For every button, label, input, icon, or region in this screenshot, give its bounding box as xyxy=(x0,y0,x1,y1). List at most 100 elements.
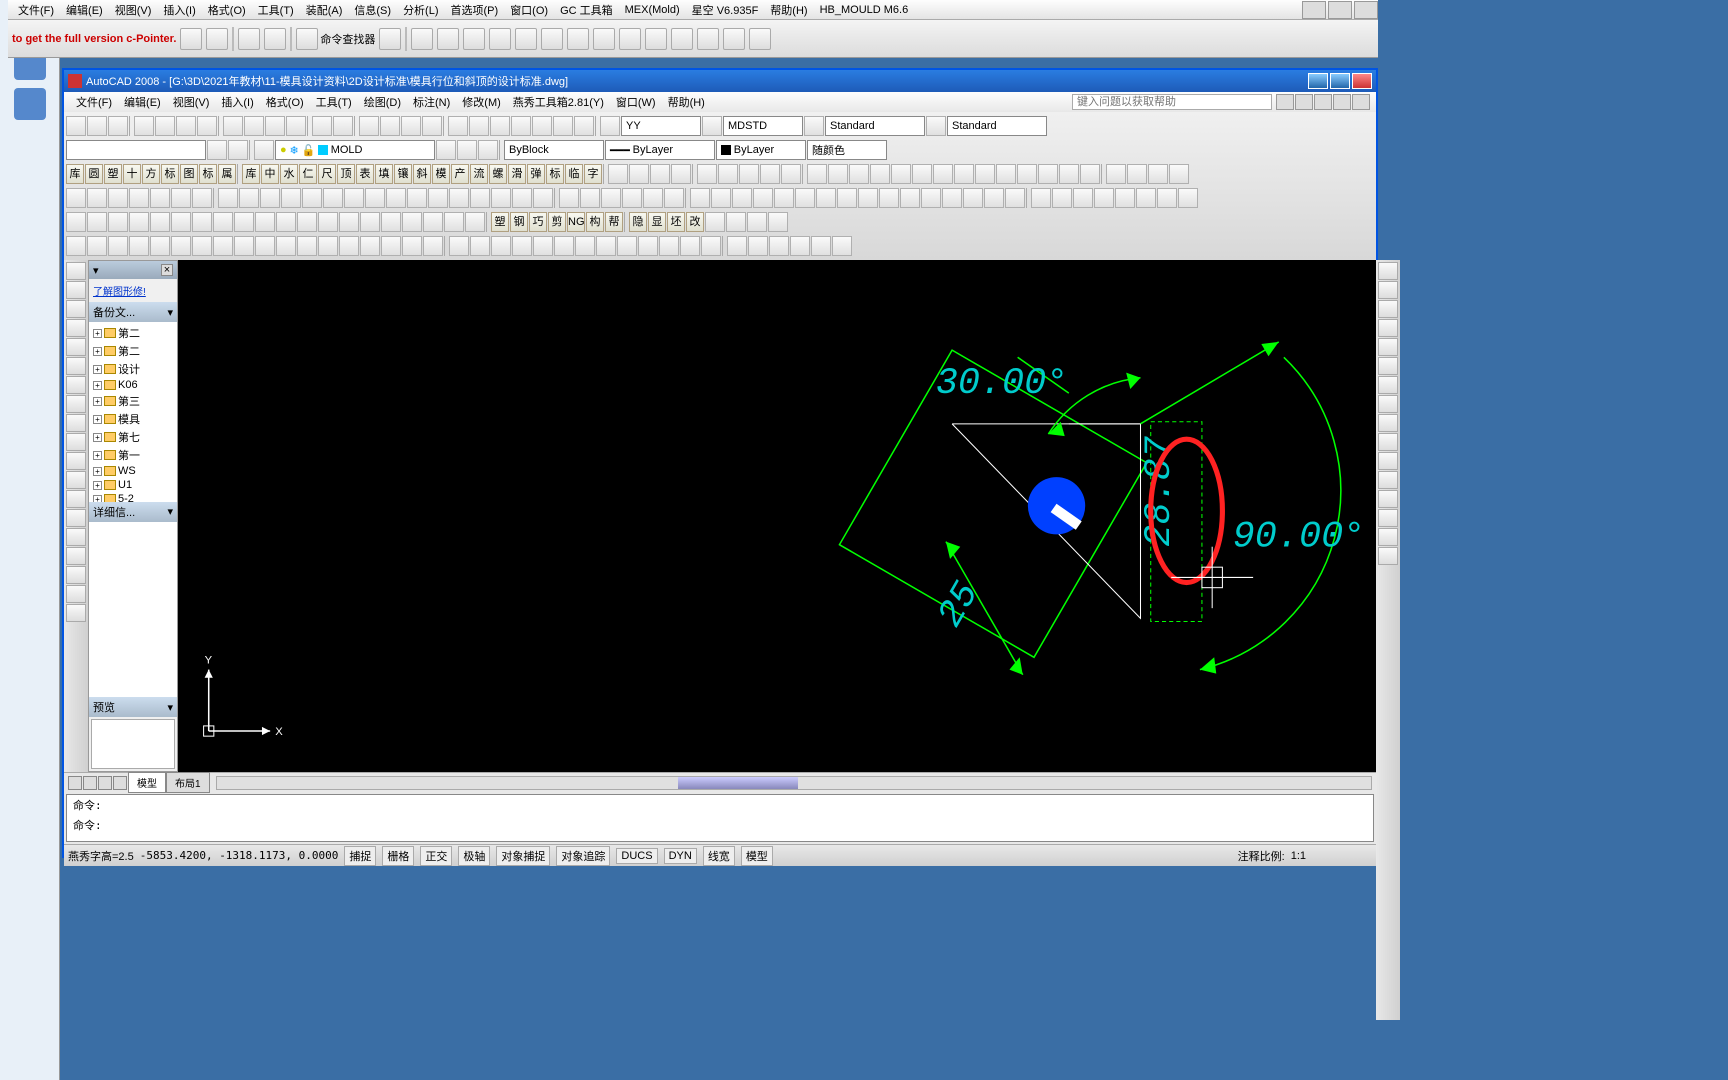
text-style-icon[interactable] xyxy=(600,116,620,136)
menu-analyze[interactable]: 分析(L) xyxy=(397,0,444,20)
tb-button[interactable] xyxy=(129,212,149,232)
linetype-combo[interactable]: ByBlock xyxy=(504,140,604,160)
tb-button[interactable] xyxy=(726,212,746,232)
tb-button[interactable] xyxy=(900,188,920,208)
tb-button[interactable] xyxy=(360,236,380,256)
tb-button[interactable] xyxy=(769,236,789,256)
help-nav-button[interactable] xyxy=(1333,94,1351,110)
search-icon[interactable] xyxy=(1276,94,1294,110)
zoom-button[interactable] xyxy=(380,116,400,136)
tb-button[interactable] xyxy=(1136,188,1156,208)
tb-button[interactable] xyxy=(601,188,621,208)
tb-button[interactable] xyxy=(192,212,212,232)
redo-button[interactable] xyxy=(333,116,353,136)
han-btn[interactable]: 弹 xyxy=(527,164,545,184)
menu-file[interactable]: 文件(F) xyxy=(12,0,60,20)
menu-mex[interactable]: MEX(Mold) xyxy=(619,2,686,18)
open-button[interactable] xyxy=(87,116,107,136)
han-btn[interactable]: 方 xyxy=(142,164,160,184)
tb-button[interactable] xyxy=(984,188,1004,208)
tb-button[interactable] xyxy=(608,164,628,184)
minimize-button[interactable] xyxy=(1308,73,1328,89)
tb-button[interactable] xyxy=(66,188,86,208)
tb-button[interactable] xyxy=(491,188,511,208)
han-btn[interactable]: 仁 xyxy=(299,164,317,184)
tb-button[interactable] xyxy=(108,188,128,208)
tb-button[interactable] xyxy=(942,188,962,208)
tb-button[interactable] xyxy=(218,188,238,208)
model-tab[interactable]: 模型 xyxy=(128,772,166,793)
grid-toggle[interactable]: 栅格 xyxy=(382,846,414,866)
tb-button[interactable] xyxy=(87,236,107,256)
menu-tools[interactable]: 工具(T) xyxy=(252,0,300,20)
tb-button[interactable] xyxy=(276,212,296,232)
tb-button[interactable] xyxy=(532,116,552,136)
menu-xingkong[interactable]: 星空 V6.935F xyxy=(686,0,765,20)
close-button[interactable] xyxy=(1352,73,1372,89)
tb-button[interactable] xyxy=(108,212,128,232)
xline-button[interactable] xyxy=(66,281,86,299)
tb-button[interactable] xyxy=(912,164,932,184)
chamfer-button[interactable] xyxy=(1378,509,1398,527)
palette-close-button[interactable]: × xyxy=(161,264,173,276)
tb-button[interactable] xyxy=(1157,188,1177,208)
han-btn[interactable]: 塑 xyxy=(104,164,122,184)
preview-button[interactable] xyxy=(155,116,175,136)
menu-help[interactable]: 帮助(H) xyxy=(764,0,813,20)
tb-button[interactable] xyxy=(1038,164,1058,184)
tb-button[interactable] xyxy=(858,188,878,208)
tb-button[interactable] xyxy=(323,188,343,208)
tb-button[interactable] xyxy=(747,212,767,232)
han-btn[interactable]: 标 xyxy=(161,164,179,184)
tb-button[interactable] xyxy=(705,212,725,232)
tb-button[interactable] xyxy=(879,188,899,208)
snap-toggle[interactable]: 捕捉 xyxy=(344,846,376,866)
menu-prefs[interactable]: 首选项(P) xyxy=(445,0,505,20)
han-btn[interactable]: 水 xyxy=(280,164,298,184)
line-button[interactable] xyxy=(66,262,86,280)
tb-button[interactable] xyxy=(239,188,259,208)
tb-button[interactable] xyxy=(428,188,448,208)
tb-button[interactable] xyxy=(596,236,616,256)
tb-button[interactable] xyxy=(760,164,780,184)
cad-menu-format[interactable]: 格式(O) xyxy=(260,92,310,112)
tb-button[interactable] xyxy=(832,236,852,256)
tb-button[interactable] xyxy=(379,28,401,50)
tb-button[interactable] xyxy=(302,188,322,208)
tb-button[interactable] xyxy=(129,236,149,256)
tb-button[interactable] xyxy=(554,236,574,256)
menu-insert[interactable]: 插入(I) xyxy=(157,0,201,20)
scrollbar-thumb[interactable] xyxy=(678,777,798,789)
tb-button[interactable] xyxy=(749,28,771,50)
tb-button[interactable] xyxy=(297,212,317,232)
autocad-titlebar[interactable]: AutoCAD 2008 - [G:\3D\2021年教材\11-模具设计资料\… xyxy=(64,70,1376,92)
tb-button[interactable] xyxy=(66,212,86,232)
tb-button[interactable] xyxy=(807,164,827,184)
han-btn[interactable]: 构 xyxy=(586,212,604,232)
tb-button[interactable] xyxy=(975,164,995,184)
tb-button[interactable] xyxy=(659,236,679,256)
details-section-header[interactable]: 详细信...▾ xyxy=(89,502,177,522)
pline-button[interactable] xyxy=(66,300,86,318)
han-btn[interactable]: 顶 xyxy=(337,164,355,184)
annoscale-value[interactable]: 1:1 xyxy=(1291,850,1306,862)
han-btn[interactable]: 显 xyxy=(648,212,666,232)
copy-button[interactable] xyxy=(244,116,264,136)
tb-button[interactable] xyxy=(213,212,233,232)
han-btn[interactable]: 十 xyxy=(123,164,141,184)
tb-button[interactable] xyxy=(255,212,275,232)
table-style-icon[interactable] xyxy=(804,116,824,136)
copy-button[interactable] xyxy=(1378,281,1398,299)
layout1-tab[interactable]: 布局1 xyxy=(166,772,210,793)
tb-button[interactable] xyxy=(281,188,301,208)
tb-button[interactable] xyxy=(748,236,768,256)
tb-button[interactable] xyxy=(954,164,974,184)
tb-button[interactable] xyxy=(171,236,191,256)
tb-button[interactable] xyxy=(171,212,191,232)
tb-button[interactable] xyxy=(360,212,380,232)
han-btn[interactable]: 塑 xyxy=(491,212,509,232)
help-nav-button[interactable] xyxy=(1314,94,1332,110)
close-button[interactable] xyxy=(1354,1,1378,19)
tb-button[interactable] xyxy=(533,188,553,208)
command-finder[interactable]: 命令查找器 xyxy=(296,28,375,50)
